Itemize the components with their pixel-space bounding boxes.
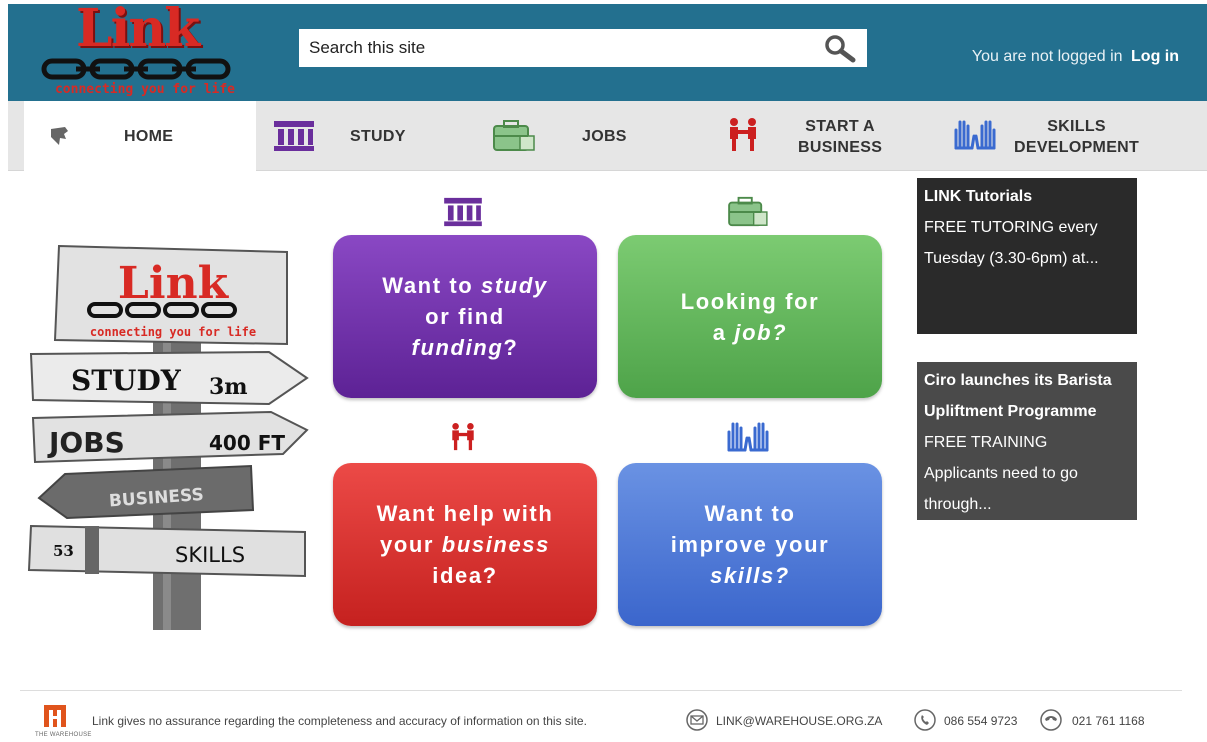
home-icon [51, 127, 68, 145]
nav-item-study-label: STUDY [350, 128, 406, 145]
nav-item-study[interactable]: STUDY [270, 101, 430, 171]
signpost-illustration: Link connecting you for life STUDY 3m JO… [27, 244, 309, 630]
tile-skills-text: Want to improve your skills? [671, 498, 830, 591]
tile-study-qmark: ? [503, 335, 519, 360]
news-body-line: through... [924, 496, 992, 513]
fax-icon [1040, 709, 1062, 731]
tile-business-text: Want help with your business idea? [377, 498, 554, 591]
briefcase-icon [493, 120, 535, 151]
news-body-line: FREE TUTORING every [924, 219, 1098, 236]
footer-email[interactable]: LINK@WAREHOUSE.ORG.ZA [716, 714, 882, 728]
tile-study[interactable]: Want to study or find funding? [333, 235, 597, 398]
skills-hands-icon [727, 422, 769, 452]
news-title-line2: Upliftment Programme [924, 403, 1097, 420]
tile-study-line2: or find [425, 304, 505, 329]
tile-business-line3: idea? [432, 563, 498, 588]
news-body-line: Tuesday (3.30-6pm) at... [924, 250, 1099, 267]
nav-item-skills-label: SKILLS DEVELOPMENT [1014, 118, 1140, 156]
tile-study-text: Want to study or find funding? [382, 270, 547, 363]
sign-study-distance: 3m [209, 374, 248, 400]
tile-skills-line1: Want to [704, 501, 796, 526]
tile-business-line2: your [380, 532, 442, 557]
jobs-briefcase-icon [728, 196, 768, 227]
tile-business-line1: Want help with [376, 501, 554, 526]
news-title: Ciro launches its Barista [924, 372, 1112, 389]
site-logo[interactable]: Link connecting you for life [30, 0, 260, 101]
tile-jobs[interactable]: Looking for a job? [618, 235, 882, 398]
sign-jobs-label: JOBS [47, 426, 125, 459]
nav-item-business-label: START A BUSINESS [798, 118, 883, 156]
nav-item-jobs-label: JOBS [582, 128, 627, 145]
tile-business[interactable]: Want help with your business idea? [333, 463, 597, 626]
tile-jobs-line1: Looking for [680, 288, 820, 314]
tile-skills-emphasis: skills? [710, 563, 790, 588]
login-link[interactable]: Log in [1131, 48, 1179, 65]
footer-phone[interactable]: 086 554 9723 [944, 714, 1017, 728]
logo-wordmark: Link [76, 0, 200, 59]
news-item[interactable]: LINK Tutorials FREE TUTORING every Tuesd… [917, 178, 1137, 334]
news-body-line: Applicants need to go [924, 465, 1078, 482]
business-handshake-icon [452, 423, 474, 451]
warehouse-logo-icon[interactable] [42, 703, 70, 729]
nav-item-jobs[interactable]: JOBS [488, 101, 658, 171]
nav-item-home[interactable]: HOME [24, 101, 256, 171]
logo-tagline: connecting you for life [54, 82, 235, 97]
sign-jobs-distance: 400 FT [209, 431, 285, 455]
tile-jobs-emphasis: job? [734, 319, 788, 345]
site-header: Link connecting you for life You are not… [8, 0, 1207, 101]
sign-skills-label: SKILLS [175, 543, 245, 567]
signpost-tagline: connecting you for life [90, 325, 256, 339]
login-status: You are not logged in Log in [972, 48, 1179, 66]
study-building-icon [444, 197, 482, 227]
search-input[interactable] [299, 29, 809, 67]
warehouse-logo-text: THE WAREHOUSE [35, 732, 92, 738]
nav-item-home-label: HOME [124, 128, 174, 145]
signpost-logo-text: Link [118, 258, 230, 309]
search-icon[interactable] [821, 33, 857, 63]
news-body-line: FREE TRAINING [924, 434, 1048, 451]
news-item[interactable]: Ciro launches its Barista Upliftment Pro… [917, 362, 1137, 520]
search-box [299, 29, 867, 67]
tile-study-emphasis2: funding [411, 335, 504, 360]
email-icon [686, 709, 708, 731]
nav-item-business[interactable]: START A BUSINESS [724, 101, 904, 171]
hands-icon [954, 120, 996, 150]
tile-jobs-text: Looking for a job? [681, 286, 820, 348]
tile-skills[interactable]: Want to improve your skills? [618, 463, 882, 626]
footer-divider [20, 690, 1182, 691]
tile-jobs-line2: a [712, 319, 735, 345]
handshake-icon [730, 118, 756, 151]
phone-icon [914, 709, 936, 731]
tile-study-emphasis: study [481, 273, 548, 298]
footer-fax[interactable]: 021 761 1168 [1072, 714, 1145, 728]
tile-business-emphasis: business [441, 532, 550, 557]
tile-skills-line2: improve your [670, 532, 830, 557]
sign-study-label: STUDY [71, 364, 182, 397]
login-status-text: You are not logged in [971, 48, 1123, 65]
sign-number: 53 [53, 542, 74, 560]
main-nav: HOME STUDY JOBS START A BUSINESS SKILLS … [8, 101, 1207, 171]
news-title: LINK Tutorials [924, 188, 1033, 205]
nav-item-skills[interactable]: SKILLS DEVELOPMENT [952, 101, 1182, 171]
tile-study-line1: Want to [382, 273, 482, 298]
chain-icon [41, 58, 231, 80]
building-icon [274, 121, 314, 151]
footer-disclaimer: Link gives no assurance regarding the co… [92, 714, 587, 728]
